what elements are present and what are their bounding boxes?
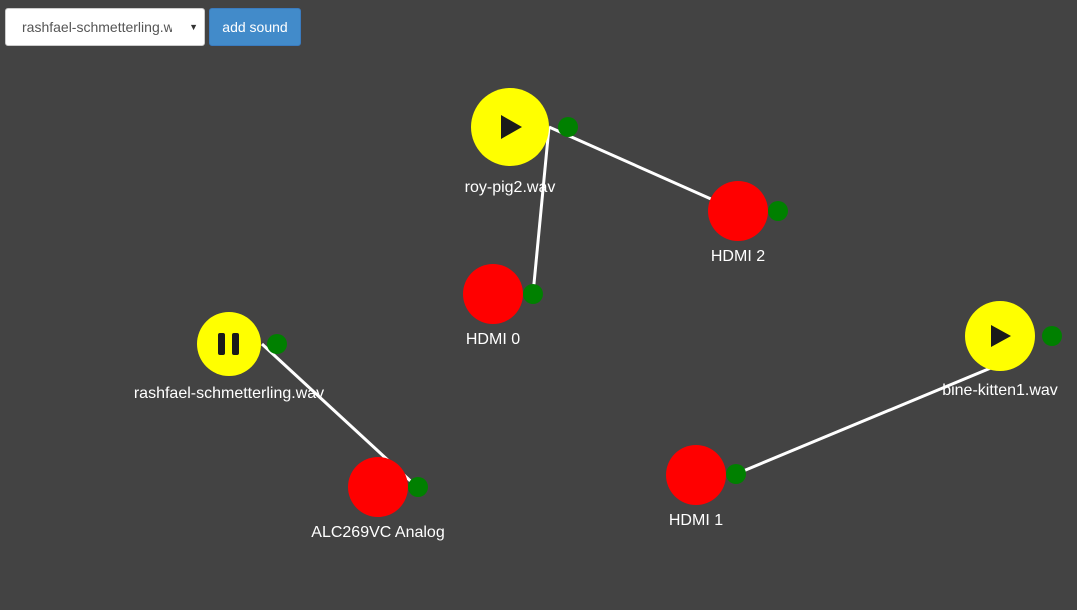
output-label: HDMI 2 xyxy=(711,248,765,265)
output-node-hdmi-1[interactable]: HDMI 1 xyxy=(666,445,746,529)
output-label: HDMI 1 xyxy=(669,512,723,529)
sound-node-rashfael-schmetterling[interactable]: rashfael-schmetterling.wav xyxy=(134,312,324,402)
output-node-circle[interactable] xyxy=(666,445,726,505)
sound-node-circle[interactable] xyxy=(197,312,261,376)
routing-graph: roy-pig2.wav rashfael-schmetterling.wav … xyxy=(134,88,1062,541)
add-sound-button[interactable]: add sound xyxy=(209,8,301,46)
output-port[interactable] xyxy=(267,334,287,354)
connection-bine-kitten1-hdmi1[interactable] xyxy=(735,358,1011,476)
sound-label: bine-kitten1.wav xyxy=(942,382,1058,399)
sound-node-bine-kitten1[interactable]: bine-kitten1.wav xyxy=(942,301,1062,399)
input-port[interactable] xyxy=(726,464,746,484)
output-node-hdmi-0[interactable]: HDMI 0 xyxy=(463,264,543,348)
sound-routing-canvas[interactable]: rashfael-schmetterling.wav ▼ add sound r… xyxy=(0,0,1077,610)
output-label: ALC269VC Analog xyxy=(311,524,444,541)
sound-label: rashfael-schmetterling.wav xyxy=(134,385,324,402)
output-port[interactable] xyxy=(1042,326,1062,346)
connection-roy-pig2-hdmi2[interactable] xyxy=(548,125,739,213)
output-node-hdmi-2[interactable]: HDMI 2 xyxy=(708,181,788,265)
output-node-circle[interactable] xyxy=(463,264,523,324)
sound-select[interactable]: rashfael-schmetterling.wav ▼ xyxy=(5,8,205,46)
dropdown-arrow-icon: ▼ xyxy=(189,22,198,32)
sound-node-roy-pig2[interactable]: roy-pig2.wav xyxy=(465,88,578,196)
input-port[interactable] xyxy=(523,284,543,304)
output-node-circle[interactable] xyxy=(348,457,408,517)
output-port[interactable] xyxy=(558,117,578,137)
output-node-circle[interactable] xyxy=(708,181,768,241)
sound-label: roy-pig2.wav xyxy=(465,179,556,196)
input-port[interactable] xyxy=(768,201,788,221)
sound-select-value: rashfael-schmetterling.wav xyxy=(22,19,172,35)
input-port[interactable] xyxy=(408,477,428,497)
output-label: HDMI 0 xyxy=(466,331,520,348)
output-node-alc269vc-analog[interactable]: ALC269VC Analog xyxy=(311,457,445,541)
toolbar: rashfael-schmetterling.wav ▼ add sound xyxy=(5,8,301,46)
